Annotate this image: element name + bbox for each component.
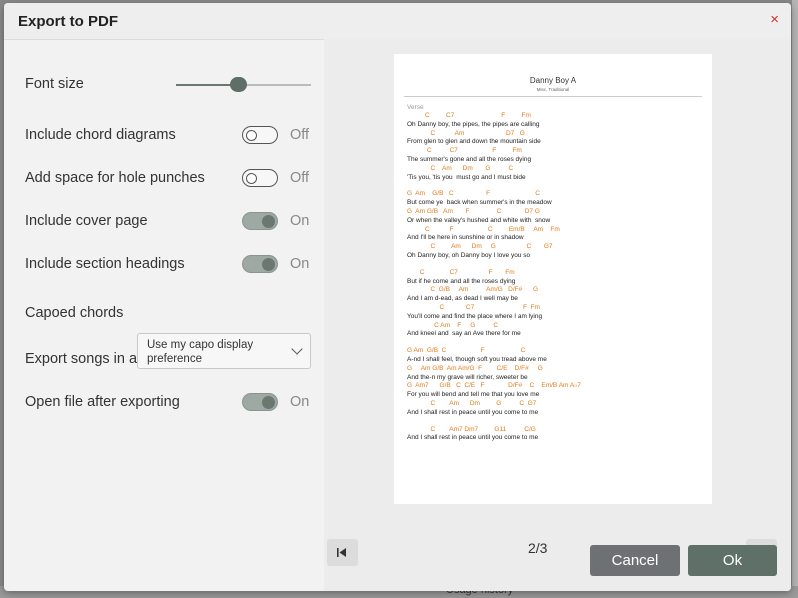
font-size-slider-thumb[interactable] <box>229 77 247 92</box>
capoed-chords-row: Capoed chords <box>25 302 315 326</box>
song-subtitle: Misc. Traditional <box>536 87 570 92</box>
lyric-line: From glen to glen and down the mountain … <box>407 138 541 146</box>
toggle-knob <box>246 130 257 141</box>
dialog-title: Export to PDF <box>18 13 118 30</box>
lyric-line: A-nd I shall feel, though soft you tread… <box>407 355 547 363</box>
chord-line: C Am F G C <box>407 321 499 329</box>
option-label: Include cover page <box>25 213 148 229</box>
lyric-line: And the-n my grave will richer, sweeter … <box>407 373 528 381</box>
section-heading: Verse <box>407 104 424 111</box>
font-size-label: Font size <box>25 76 84 92</box>
option-row: Include chord diagrams Off <box>25 124 315 148</box>
toggle-state-label: Off <box>290 170 310 186</box>
toggle-state-label: Off <box>290 127 310 143</box>
lyric-line: And I am d-ead, as dead I well may be <box>407 295 518 303</box>
chord-line: C F C Em/B Am Fm <box>407 225 560 233</box>
toggle-state-label: On <box>290 256 310 272</box>
chord-line: C Am7 Dm7 G11 C/G <box>407 425 536 433</box>
first-page-button[interactable] <box>327 539 358 566</box>
lyric-line: 'Tis you, 'tis you must go and I must bi… <box>407 173 526 181</box>
option-toggle[interactable] <box>242 212 278 230</box>
stanza-gap <box>407 339 707 347</box>
close-icon[interactable]: × <box>770 12 779 28</box>
lyric-line: You'll come and find the place where I a… <box>407 312 543 320</box>
toggle-knob <box>262 215 275 228</box>
stanza-gap <box>407 182 707 190</box>
options-panel: Font size Include chord diagrams Off Add s… <box>4 39 324 559</box>
option-row: Add space for hole punches Off <box>25 167 315 191</box>
chevron-down-icon <box>291 343 303 355</box>
chord-line: C Am D7 G <box>407 129 525 137</box>
lyric-line: And I shall rest in peace until you come… <box>407 408 539 416</box>
chord-line: C Am Dm G C <box>407 164 514 172</box>
lyric-line: Oh Danny boy, the pipes, the pipes are c… <box>407 120 540 128</box>
export-pdf-dialog: Export to PDF × Font size Include chord … <box>4 3 791 591</box>
chord-line: C C7 F Fm <box>407 112 531 119</box>
lyric-line: Oh Danny boy, oh Danny boy I love you so <box>407 251 531 259</box>
lyric-line: For you will bend and tell me that you l… <box>407 391 540 399</box>
pdf-preview-page: Danny Boy A Misc. Traditional Verse C C7… <box>394 54 712 504</box>
chord-line: C G/B Am Am/G D/F# G <box>407 286 539 294</box>
stanza-gap <box>407 261 707 269</box>
toggle-state-label: On <box>290 213 310 229</box>
chord-line: G Am7 G/B C C/E F D/F# C Em/B Am A♭7 <box>407 382 581 390</box>
background-panel-edge <box>792 0 798 598</box>
toggle-knob <box>262 258 275 271</box>
chord-line: G Am G/B Am Am/G F C/E D/F# G <box>407 364 543 372</box>
option-toggle[interactable] <box>242 393 278 411</box>
chord-line: C C7 F Fm <box>407 147 522 155</box>
chord-line: C Am Dm G C G7 <box>407 243 553 251</box>
option-label: Include section headings <box>25 256 185 272</box>
chord-line: G Am G/B C F C <box>407 190 540 198</box>
lyric-line: And I'll be here in sunshine or in shado… <box>407 234 524 242</box>
cancel-button[interactable]: Cancel <box>590 545 680 576</box>
lyric-line: But if he come and all the roses dying <box>407 277 516 285</box>
font-size-slider-fill <box>176 84 239 86</box>
option-label: Open file after exporting <box>25 394 180 410</box>
option-toggle[interactable] <box>242 255 278 273</box>
lyric-line: And I shall rest in peace until you come… <box>407 434 539 442</box>
title-divider <box>404 96 702 97</box>
toggle-knob <box>246 173 257 184</box>
chord-line: G Am G/B Am F C D7 G <box>407 207 540 215</box>
chord-line: C C7 F Fm <box>407 268 515 276</box>
pdf-preview-area: Danny Boy A Misc. Traditional Verse C C7… <box>324 39 791 591</box>
capoed-chords-select[interactable]: Use my capo display preference <box>137 333 311 369</box>
option-label: Add space for hole punches <box>25 170 205 186</box>
lyric-line: But come ye back when summer's in the me… <box>407 199 552 207</box>
capoed-chords-label: Capoed chords <box>25 305 124 321</box>
lyric-line: And kneel and say an Ave there for me <box>407 330 521 338</box>
option-row: Include cover page On <box>25 210 315 234</box>
toggle-knob <box>262 396 275 409</box>
capoed-chords-value: Use my capo display preference <box>147 339 254 365</box>
skip-back-icon <box>337 548 346 557</box>
option-toggle[interactable] <box>242 169 278 187</box>
song-body: Verse C C7 F Fm Oh Danny boy, the pipes, … <box>407 104 707 443</box>
stanza-gap <box>407 418 707 426</box>
option-toggle[interactable] <box>242 126 278 144</box>
ok-button[interactable]: Ok <box>688 545 777 576</box>
option-row: Include section headings On <box>25 253 315 277</box>
font-size-row: Font size <box>25 73 315 97</box>
font-size-slider[interactable] <box>176 77 311 92</box>
toggle-state-label: On <box>290 394 310 410</box>
chord-line: G Am G/B C F C <box>407 347 526 355</box>
song-title: Danny Boy A <box>529 76 577 85</box>
lyric-line: The summer's gone and all the roses dyin… <box>407 155 532 163</box>
dialog-titlebar: Export to PDF × <box>4 3 791 40</box>
option-row: Open file after exporting On <box>25 391 315 415</box>
option-label: Include chord diagrams <box>25 127 176 143</box>
chord-line: C Am Dm G C G7 <box>407 399 537 407</box>
lyric-line: Or when the valley's hushed and white wi… <box>407 216 551 224</box>
page-indicator: 2/3 <box>528 540 548 556</box>
chord-line: C C7 F Fm <box>407 303 540 311</box>
